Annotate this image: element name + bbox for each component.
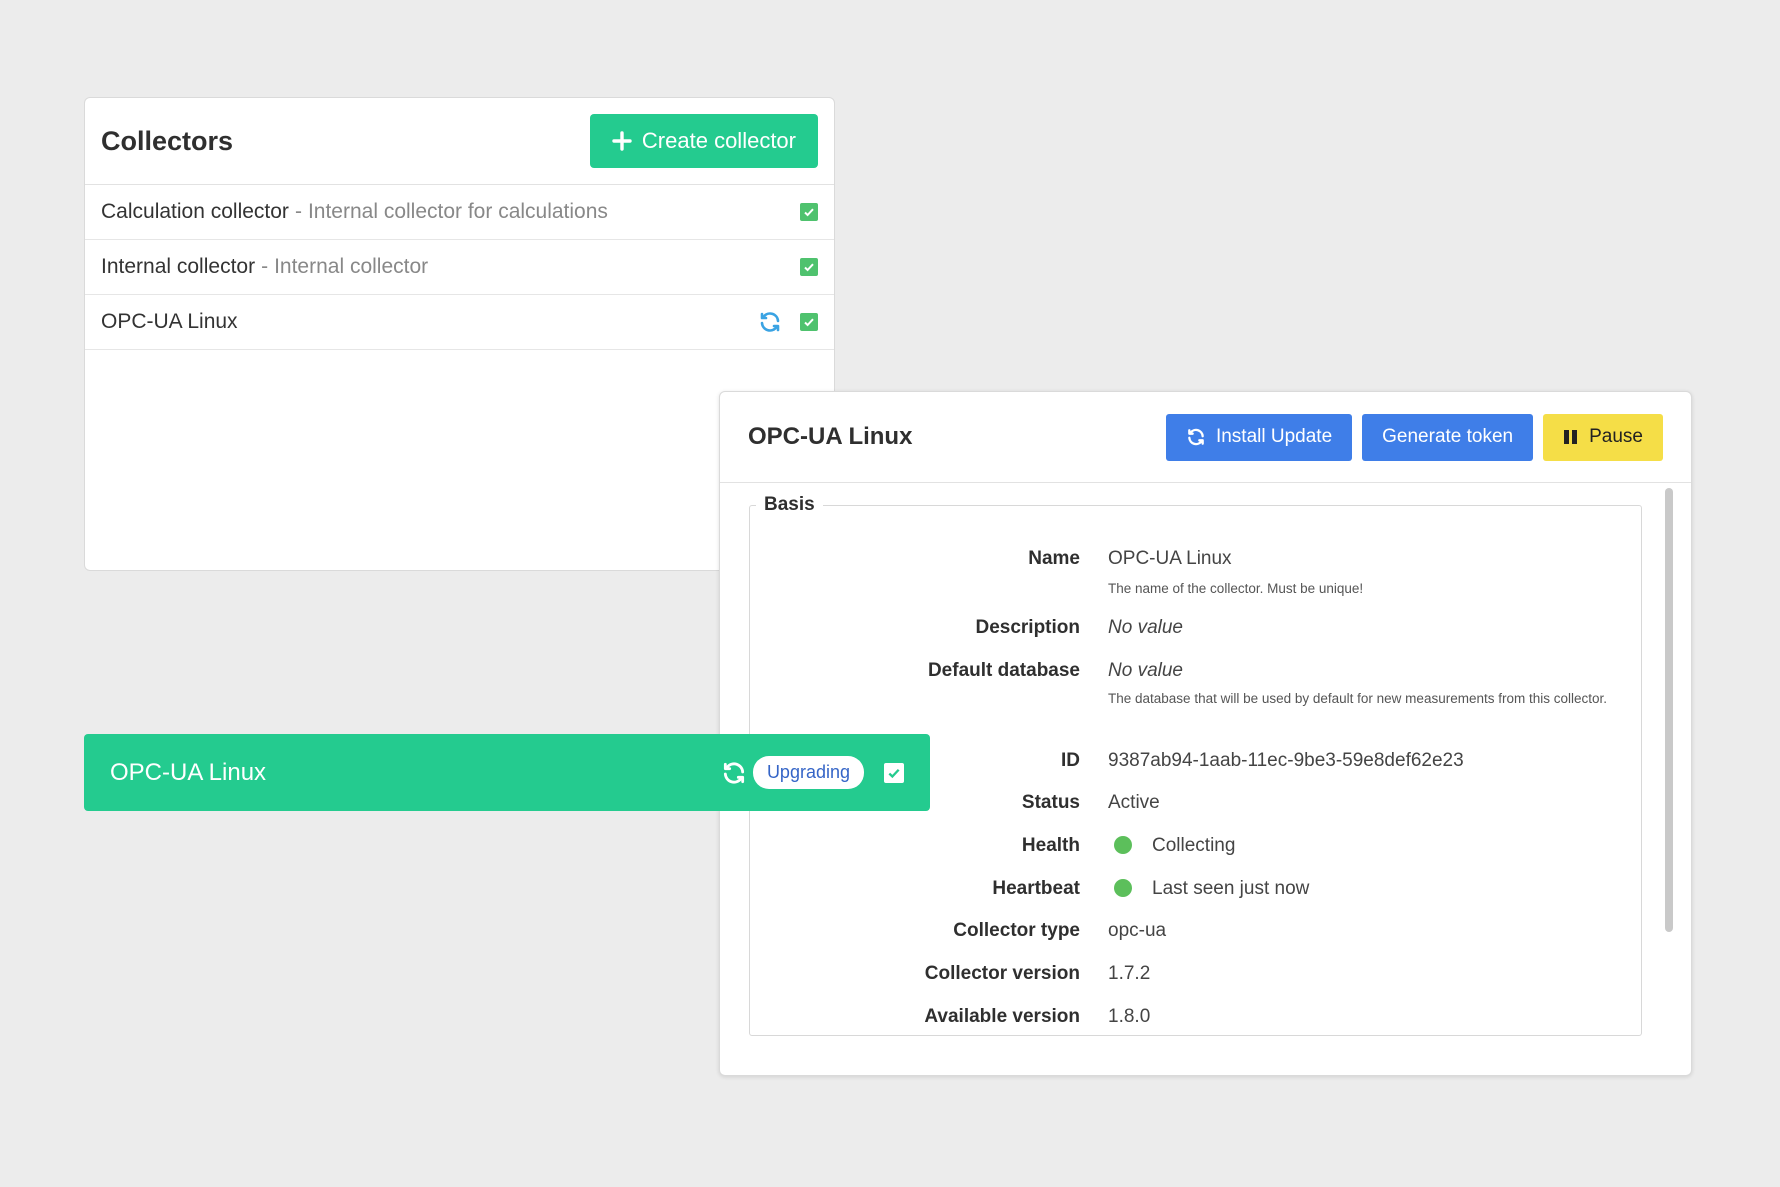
field-label: Description: [975, 617, 1080, 638]
pause-icon: [1564, 430, 1578, 444]
collector-name: Calculation collector: [101, 200, 289, 223]
sync-icon: [723, 761, 745, 784]
field-value: No value: [1108, 660, 1183, 681]
collector-name: Internal collector: [101, 255, 256, 278]
collector-name: OPC-UA Linux: [101, 310, 238, 333]
generate-token-label: Generate token: [1382, 426, 1514, 447]
field-label: Collector type: [953, 920, 1080, 941]
active-checkbox-icon: [800, 203, 818, 221]
field-label: Available version: [924, 1006, 1080, 1027]
generate-token-button[interactable]: Generate token: [1362, 413, 1534, 461]
plus-icon: [612, 131, 632, 151]
field-help: The name of the collector. Must be uniqu…: [1108, 581, 1364, 596]
install-update-button[interactable]: Install Update: [1165, 413, 1353, 461]
detail-title: OPC-UA Linux: [748, 423, 913, 450]
field-value-wrap: Last seen just now: [1108, 878, 1309, 900]
collector-row-opc-ua[interactable]: OPC-UA Linux: [85, 295, 834, 350]
collector-separator: -: [261, 255, 269, 278]
pause-label: Pause: [1589, 426, 1643, 447]
collectors-title: Collectors: [101, 125, 234, 156]
field-label: Health: [1021, 835, 1080, 856]
collector-row-internal[interactable]: Internal collector - Internal collector: [85, 240, 834, 295]
collector-row-calculation[interactable]: Calculation collector - Internal collect…: [85, 185, 834, 240]
field-value: opc-ua: [1108, 920, 1167, 941]
create-collector-button[interactable]: Create collector: [589, 114, 818, 168]
field-value: Collecting: [1152, 835, 1236, 856]
scrollbar[interactable]: [1665, 488, 1673, 932]
sync-icon: [760, 312, 780, 332]
heartbeat-status-dot-icon: [1114, 879, 1132, 897]
field-label: Heartbeat: [992, 878, 1080, 899]
upgrading-badge: Upgrading: [752, 756, 864, 789]
refresh-icon: [1188, 428, 1204, 446]
field-value: No value: [1108, 617, 1183, 638]
upgrading-collector-row[interactable]: OPC-UA Linux Upgrading: [84, 734, 930, 811]
active-checkbox-icon: [884, 762, 904, 783]
field-label: Collector version: [924, 963, 1080, 984]
collector-description: Internal collector for calculations: [307, 200, 608, 223]
health-status-dot-icon: [1114, 836, 1132, 854]
field-help: The database that will be used by defaul…: [1108, 691, 1608, 706]
field-value: 9387ab94-1aab-11ec-9be3-59e8def62e23: [1108, 750, 1464, 771]
create-collector-label: Create collector: [641, 128, 796, 153]
field-value: Last seen just now: [1152, 878, 1310, 899]
field-value: OPC-UA Linux: [1108, 548, 1232, 569]
pause-button[interactable]: Pause: [1543, 413, 1663, 461]
active-checkbox-icon: [800, 313, 818, 331]
field-value: Active: [1108, 792, 1160, 813]
collector-name: OPC-UA Linux: [110, 758, 267, 786]
active-checkbox-icon: [800, 258, 818, 276]
collector-separator: -: [294, 200, 302, 223]
install-update-label: Install Update: [1215, 426, 1333, 447]
collectors-header: Collectors Create collector: [85, 98, 834, 185]
detail-header: OPC-UA Linux Install Update Generate tok…: [720, 392, 1691, 483]
field-label: Name: [1028, 548, 1080, 569]
field-value: 1.8.0: [1108, 1006, 1151, 1027]
section-title: Basis: [764, 494, 815, 515]
collector-description: Internal collector: [274, 255, 429, 278]
field-value-wrap: Collecting: [1108, 835, 1235, 857]
field-label: Default database: [927, 660, 1080, 681]
field-value: 1.7.2: [1108, 963, 1151, 984]
